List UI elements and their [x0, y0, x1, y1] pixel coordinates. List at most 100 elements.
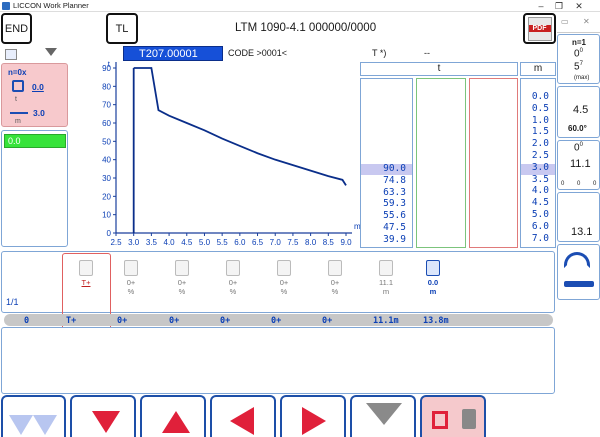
mode-3-v1: 0+ — [228, 278, 238, 287]
m-unit: m — [15, 118, 21, 125]
t-value-cell: 47.5 — [383, 221, 406, 233]
right-icon — [302, 407, 326, 435]
mode-3[interactable]: 0+% — [217, 258, 249, 308]
pdf-icon: PDF — [527, 16, 552, 41]
maximize-icon[interactable]: ❐ — [551, 0, 567, 12]
weight-2-icon — [175, 260, 189, 276]
y-tick-label: 60 — [102, 119, 111, 128]
m-value-cell: 0.0 — [531, 91, 549, 102]
window-title: LICCON Work Planner — [13, 1, 89, 10]
crane-mode-button[interactable] — [420, 395, 486, 437]
page-indicator: 1/1 — [6, 297, 19, 307]
side-minimize-icon[interactable]: ▭ — [561, 17, 569, 26]
m-header-cell: m — [520, 62, 556, 76]
mode-radius-v1: 0.0 — [427, 278, 439, 287]
row-7: 11.1m — [373, 316, 399, 326]
double-down-icon — [9, 415, 33, 435]
m-values-column[interactable]: 0.0 0.5 1.0 1.5 2.0 2.5 3.0 3.5 4.0 4.5 5.0 6.0 7.0 — [520, 78, 556, 248]
left-button[interactable] — [210, 395, 276, 437]
deg60-value: 60.0° — [568, 124, 587, 133]
mode-1[interactable]: 0+% — [115, 258, 147, 308]
down-button[interactable] — [70, 395, 136, 437]
end-label: END — [4, 22, 29, 35]
m-value-cell: 1.0 — [531, 114, 549, 126]
t-value-cell: 74.8 — [383, 174, 406, 186]
green-value-field[interactable]: 0.0 — [4, 134, 66, 148]
side-close-icon[interactable]: ✕ — [583, 17, 590, 26]
double-down-icon-b — [33, 415, 57, 435]
mode-5[interactable]: 0+% — [319, 258, 351, 308]
mode-4[interactable]: 0+% — [268, 258, 300, 308]
mode-5-v1: 0+ — [330, 278, 340, 287]
y-tick-label: 20 — [102, 192, 111, 201]
pdf-label: PDF — [528, 24, 551, 32]
green-column[interactable] — [416, 78, 466, 248]
mode-boom-v1: 11.1 — [378, 278, 394, 287]
right-n-label: n=1 — [572, 38, 587, 47]
green-value: 0.0 — [8, 136, 21, 146]
hook-panel[interactable]: n=0x 0.0 t 3.0 m — [1, 63, 68, 127]
row-3: 0+ — [169, 316, 180, 326]
pdf-button[interactable]: PDF — [523, 13, 556, 44]
x-tick-label: 6.5 — [252, 238, 264, 247]
t-value-cell: 39.9 — [383, 233, 406, 245]
info-panel-1[interactable]: n=1 00 57 (max) — [557, 34, 600, 84]
zero-c: 0 — [593, 181, 597, 187]
t-value-cell: 90.0 — [383, 163, 406, 174]
t-value-cell: 59.3 — [383, 198, 406, 210]
mode-2[interactable]: 0+% — [166, 258, 198, 308]
end-button[interactable]: END — [1, 13, 32, 44]
m-value-cell: 3.5 — [531, 173, 549, 185]
m-value-cell: 2.5 — [531, 149, 549, 161]
info-panel-3[interactable]: 00 11.1 0 0 0 — [557, 140, 600, 190]
red-column[interactable] — [469, 78, 518, 248]
right-button[interactable] — [280, 395, 346, 437]
row-4: 0+ — [220, 316, 231, 326]
x-tick-label: 2.5 — [110, 238, 122, 247]
mode-1-v2: % — [127, 287, 135, 296]
tool-icon[interactable] — [5, 49, 17, 60]
x-tick-label: 7.0 — [270, 238, 282, 247]
filter-button[interactable] — [350, 395, 416, 437]
close-icon[interactable]: ✕ — [571, 0, 587, 12]
up-button[interactable] — [140, 395, 206, 437]
y-tick-label: 80 — [102, 82, 111, 91]
filter-icon[interactable] — [45, 48, 57, 56]
double-down-button[interactable] — [1, 395, 66, 437]
radius-arrow-icon — [10, 112, 28, 114]
tl-label: TL — [115, 22, 129, 35]
t-unit: t — [15, 96, 17, 103]
deg1-value: 00 — [574, 48, 583, 60]
mode-radius[interactable]: 0.0 m — [417, 258, 449, 308]
hook-icon — [12, 80, 24, 92]
mode-4-v2: % — [280, 287, 288, 296]
crane-base-icon — [564, 281, 594, 287]
info-panel-4[interactable]: 13.1 — [557, 192, 600, 242]
tl-button[interactable]: TL — [106, 13, 138, 44]
rotate-icon[interactable] — [564, 252, 590, 268]
five-value: 57 — [574, 61, 583, 73]
t-values-column[interactable]: 90.0 74.8 63.3 59.3 55.6 47.5 39.9 — [360, 78, 413, 248]
mode-boom[interactable]: 11.1 m — [370, 258, 402, 308]
minimize-icon[interactable]: – — [533, 0, 549, 12]
mode-tplus[interactable]: T+ — [70, 258, 102, 308]
y-tick-label: 30 — [102, 174, 111, 183]
rotate-panel[interactable] — [557, 244, 600, 300]
info-panel-2[interactable]: 4.5 60.0° — [557, 86, 600, 138]
x-tick-label: 8.0 — [305, 238, 317, 247]
load-chart: 01020304050607080902.5 3.0 3.5 4.0 4.5 5.0 5.5… — [102, 60, 361, 247]
mode-2-v1: 0+ — [177, 278, 187, 287]
t-value-cell: 63.3 — [383, 186, 406, 198]
m-value-cell: 2.0 — [531, 138, 549, 150]
x-tick-label: 6.0 — [234, 238, 246, 247]
x-tick-label: 4.0 — [164, 238, 176, 247]
y-tick-label: 40 — [102, 156, 111, 165]
t-value-cell: 55.6 — [383, 210, 406, 222]
mode-tplus-v1: T+ — [81, 278, 91, 287]
zero-b: 0 — [577, 181, 581, 187]
x-tick-label: 3.0 — [128, 238, 140, 247]
value-panel[interactable]: 0.0 — [1, 130, 68, 247]
val131-value: 13.1 — [571, 226, 593, 238]
code-label: CODE >0001< — [228, 48, 288, 58]
funnel-icon — [366, 403, 402, 425]
